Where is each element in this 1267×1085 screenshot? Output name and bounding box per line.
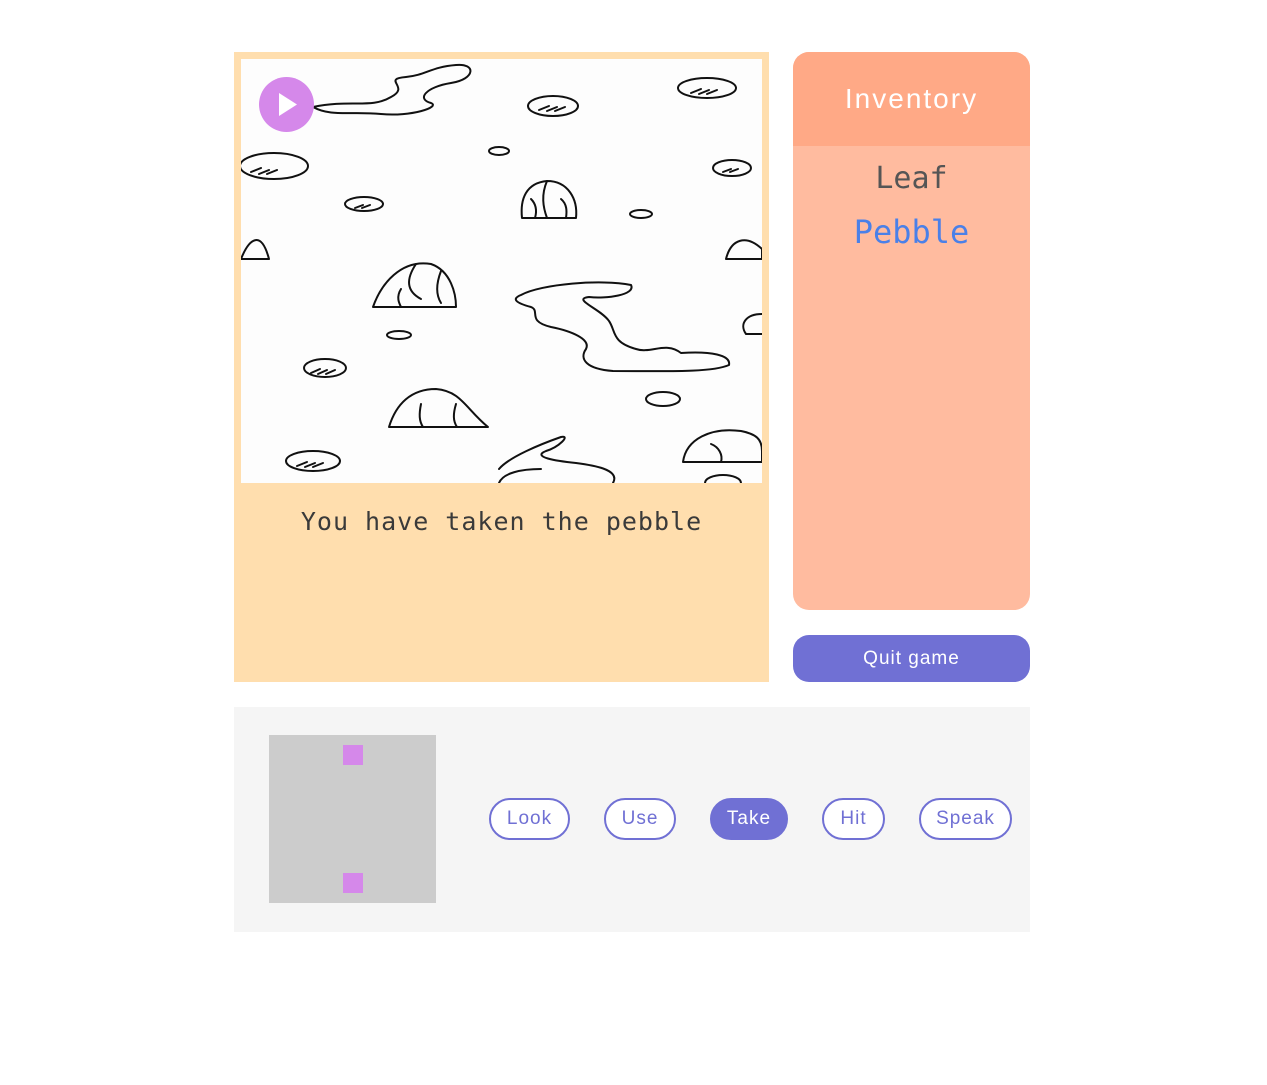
pebble-field-drawing (241, 63, 762, 483)
play-audio-button[interactable] (259, 77, 314, 132)
game-screen: You have taken the pebble Inventory Leaf… (0, 0, 1267, 1085)
inventory-item-leaf[interactable]: Leaf (793, 164, 1030, 217)
exit-north-marker[interactable] (343, 745, 363, 765)
verb-speak-button[interactable]: Speak (919, 798, 1012, 840)
inventory-title: Inventory (844, 83, 979, 114)
inventory-list: Leaf Pebble (793, 146, 1030, 270)
inventory-panel: Inventory Leaf Pebble (793, 52, 1030, 610)
inventory-header: Inventory (793, 52, 1030, 146)
scene-illustration[interactable] (241, 59, 762, 483)
verb-look-button[interactable]: Look (489, 798, 570, 840)
exit-south-marker[interactable] (343, 873, 363, 893)
verb-take-button[interactable]: Take (710, 798, 788, 840)
minimap (269, 735, 436, 903)
controls-panel: Look Use Take Hit Speak (234, 707, 1030, 932)
verb-hit-button[interactable]: Hit (822, 798, 885, 840)
scene-message: You have taken the pebble (300, 507, 703, 536)
play-icon (279, 93, 297, 116)
scene-panel: You have taken the pebble (234, 52, 769, 682)
verb-use-button[interactable]: Use (604, 798, 676, 840)
inventory-item-pebble[interactable]: Pebble (793, 216, 1030, 270)
quit-game-button[interactable]: Quit game (793, 635, 1030, 682)
